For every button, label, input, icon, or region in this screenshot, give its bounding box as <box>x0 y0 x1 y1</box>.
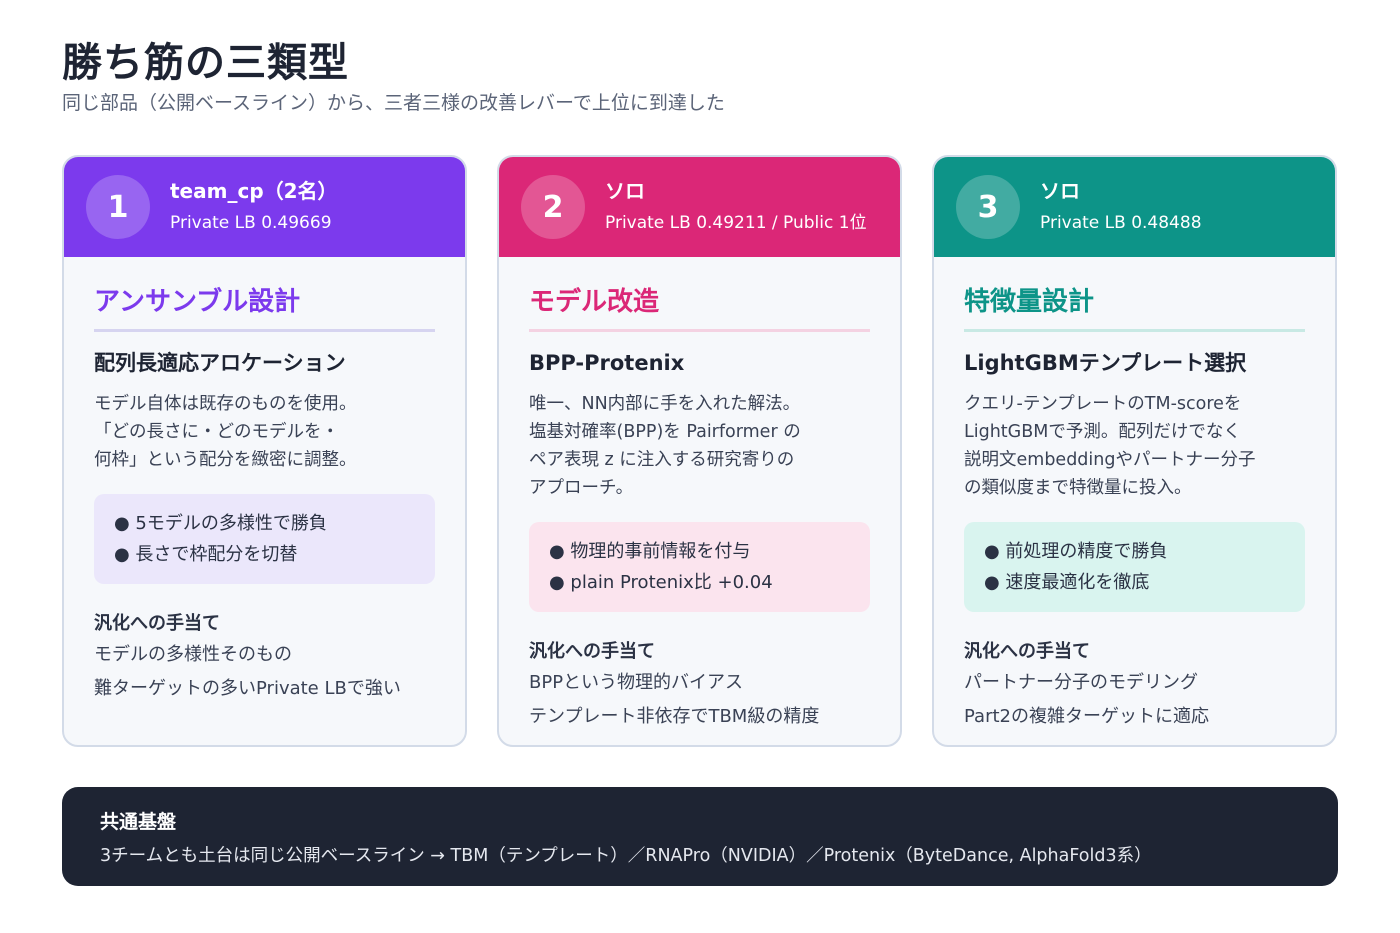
generalization-item: モデルの多様性そのもの <box>94 644 292 665</box>
lever-title: モデル改造 <box>529 285 870 332</box>
generalization-item: 難ターゲットの多いPrivate LBで強い <box>94 678 401 699</box>
generalization-item: Part2の複雑ターゲットに適応 <box>964 706 1209 727</box>
key-point: ● 物理的事前情報を付与 <box>549 541 751 562</box>
page-title: 勝ち筋の三類型 <box>62 40 349 86</box>
key-point: ● plain Protenix比 +0.04 <box>549 572 773 593</box>
footer-text: 3チームとも土台は同じ公開ベースライン → TBM（テンプレート）／RNAPro… <box>100 846 1152 866</box>
page-subtitle: 同じ部品（公開ベースライン）から、三者三様の改善レバーで上位に到達した <box>62 92 725 114</box>
key-point: ● 長さで枠配分を切替 <box>114 544 298 565</box>
key-point: ● 速度最適化を徹底 <box>984 572 1150 593</box>
key-points: ● 物理的事前情報を付与 ● plain Protenix比 +0.04 <box>529 522 870 612</box>
rank-badge: 1 <box>86 175 150 239</box>
team-name: team_cp（2名） <box>170 179 338 203</box>
approach-description: 唯一、NN内部に手を入れた解法。 塩基対確率(BPP)を Pairformer … <box>529 394 801 498</box>
strategy-card-1: 1 team_cp（2名） Private LB 0.49669 アンサンブル設… <box>62 155 467 747</box>
generalization-item: パートナー分子のモデリング <box>964 672 1198 693</box>
approach-description: クエリ-テンプレートのTM-scoreを LightGBMで予測。配列だけでなく… <box>964 394 1256 498</box>
approach-title: BPP-Protenix <box>529 351 685 375</box>
card-header: 2 ソロ Private LB 0.49211 / Public 1位 <box>499 157 900 257</box>
generalization-title: 汎化への手当て <box>964 641 1090 662</box>
strategy-cards: 1 team_cp（2名） Private LB 0.49669 アンサンブル設… <box>62 155 1338 747</box>
generalization-item: BPPという物理的バイアス <box>529 672 744 693</box>
lb-score: Private LB 0.49211 / Public 1位 <box>605 213 867 233</box>
footer-title: 共通基盤 <box>100 811 177 833</box>
strategy-card-3: 3 ソロ Private LB 0.48488 特徴量設計 LightGBMテン… <box>932 155 1337 747</box>
rank-badge: 2 <box>521 175 585 239</box>
card-header: 3 ソロ Private LB 0.48488 <box>934 157 1335 257</box>
approach-title: LightGBMテンプレート選択 <box>964 351 1247 375</box>
rank-badge: 3 <box>956 175 1020 239</box>
key-point: ● 5モデルの多様性で勝負 <box>114 513 327 534</box>
key-points: ● 5モデルの多様性で勝負 ● 長さで枠配分を切替 <box>94 494 435 584</box>
approach-title: 配列長適応アロケーション <box>94 351 346 375</box>
generalization-title: 汎化への手当て <box>94 613 220 634</box>
card-header: 1 team_cp（2名） Private LB 0.49669 <box>64 157 465 257</box>
key-points: ● 前処理の精度で勝負 ● 速度最適化を徹底 <box>964 522 1305 612</box>
lb-score: Private LB 0.48488 <box>1040 213 1202 233</box>
approach-description: モデル自体は既存のものを使用。 「どの長さに・どのモデルを・ 何枠」という配分を… <box>94 394 357 470</box>
key-point: ● 前処理の精度で勝負 <box>984 541 1168 562</box>
lever-title: アンサンブル設計 <box>94 285 435 332</box>
generalization-item: テンプレート非依存でTBM級の精度 <box>529 706 820 727</box>
lever-title: 特徴量設計 <box>964 285 1305 332</box>
lb-score: Private LB 0.49669 <box>170 213 332 233</box>
team-name: ソロ <box>1040 179 1080 203</box>
team-name: ソロ <box>605 179 645 203</box>
common-foundation-panel: 共通基盤 3チームとも土台は同じ公開ベースライン → TBM（テンプレート）／R… <box>62 787 1338 886</box>
strategy-card-2: 2 ソロ Private LB 0.49211 / Public 1位 モデル改… <box>497 155 902 747</box>
generalization-title: 汎化への手当て <box>529 641 655 662</box>
